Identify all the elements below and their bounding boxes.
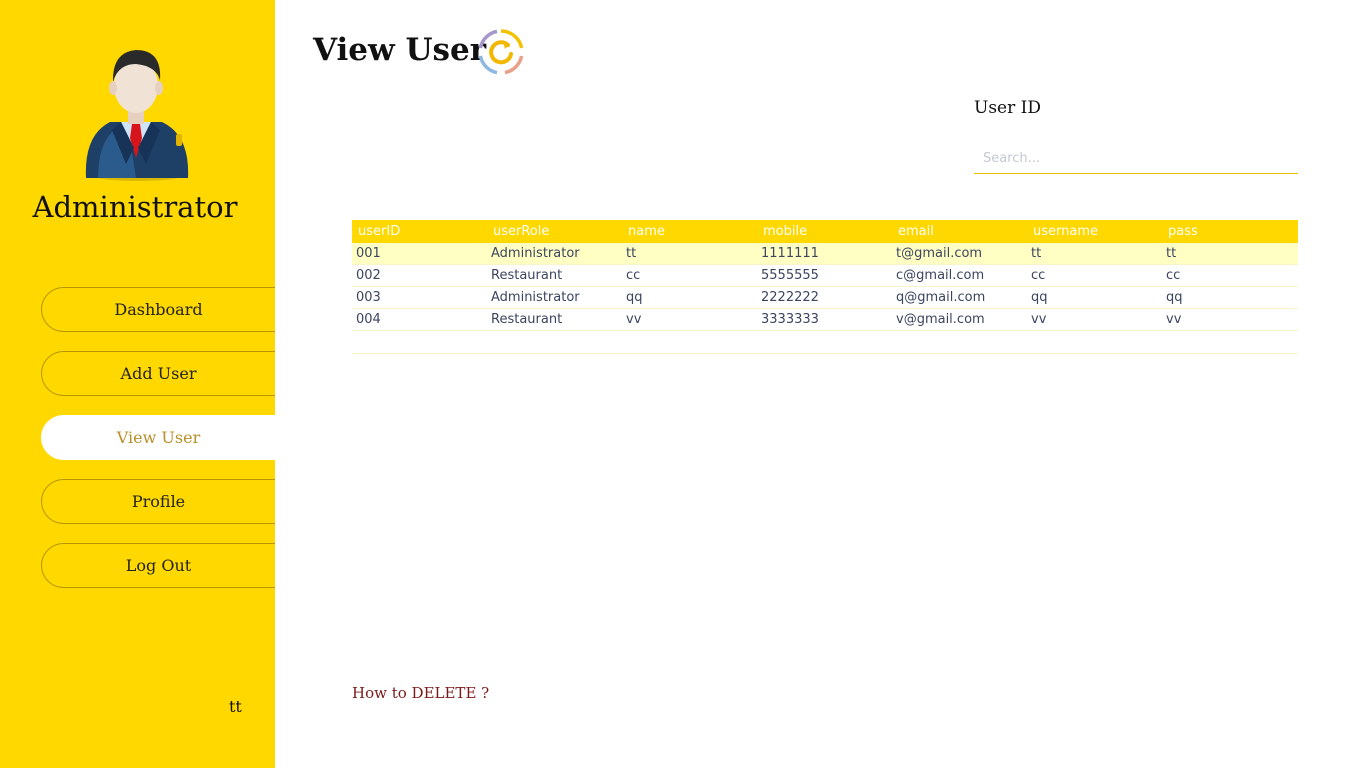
sidebar: Administrator Dashboard Add User View Us… <box>0 0 275 768</box>
table-cell[interactable]: 001 <box>352 243 487 264</box>
column-header-name[interactable]: name <box>622 220 757 243</box>
table-cell[interactable]: cc <box>622 265 757 286</box>
current-username: tt <box>229 697 242 716</box>
table-cell[interactable]: tt <box>1027 243 1162 264</box>
column-header-userid[interactable]: userID <box>352 220 487 243</box>
table-cell[interactable]: tt <box>622 243 757 264</box>
user-id-search-input[interactable] <box>974 143 1298 174</box>
table-cell[interactable]: vv <box>622 309 757 330</box>
nav-profile-button[interactable]: Profile <box>41 479 275 524</box>
table-row[interactable]: 004 Restaurant vv 3333333 v@gmail.com vv… <box>352 309 1298 331</box>
table-cell[interactable]: Administrator <box>487 287 622 308</box>
column-header-email[interactable]: email <box>892 220 1027 243</box>
column-header-mobile[interactable]: mobile <box>757 220 892 243</box>
search-label: User ID <box>974 98 1041 118</box>
table-cell[interactable]: vv <box>1027 309 1162 330</box>
role-title: Administrator <box>32 190 238 224</box>
table-row[interactable]: 002 Restaurant cc 5555555 c@gmail.com cc… <box>352 265 1298 287</box>
users-table: userID userRole name mobile email userna… <box>352 220 1298 354</box>
column-header-username[interactable]: username <box>1027 220 1162 243</box>
table-cell[interactable]: 1111111 <box>757 243 892 264</box>
table-row[interactable]: 003 Administrator qq 2222222 q@gmail.com… <box>352 287 1298 309</box>
table-cell[interactable]: tt <box>1162 243 1297 264</box>
table-cell[interactable]: qq <box>622 287 757 308</box>
table-cell[interactable]: cc <box>1162 265 1297 286</box>
table-cell[interactable]: 003 <box>352 287 487 308</box>
table-cell[interactable]: qq <box>1162 287 1297 308</box>
refresh-icon[interactable] <box>477 28 525 76</box>
table-row[interactable]: 001 Administrator tt 1111111 t@gmail.com… <box>352 243 1298 265</box>
table-cell[interactable]: Administrator <box>487 243 622 264</box>
nav-dashboard-button[interactable]: Dashboard <box>41 287 275 332</box>
table-cell[interactable]: 5555555 <box>757 265 892 286</box>
nav-logout-button[interactable]: Log Out <box>41 543 275 588</box>
table-cell[interactable]: 3333333 <box>757 309 892 330</box>
page-title: View User <box>313 32 487 68</box>
businessman-avatar-icon <box>85 50 189 181</box>
table-cell[interactable]: Restaurant <box>487 309 622 330</box>
table-cell[interactable]: 002 <box>352 265 487 286</box>
table-cell[interactable]: q@gmail.com <box>892 287 1027 308</box>
table-cell[interactable]: cc <box>1027 265 1162 286</box>
new-row-placeholder[interactable] <box>352 331 1298 354</box>
table-cell[interactable]: vv <box>1162 309 1297 330</box>
table-cell[interactable]: 004 <box>352 309 487 330</box>
table-cell[interactable]: t@gmail.com <box>892 243 1027 264</box>
table-cell[interactable]: qq <box>1027 287 1162 308</box>
table-cell[interactable]: 2222222 <box>757 287 892 308</box>
table-header: userID userRole name mobile email userna… <box>352 220 1298 243</box>
how-to-delete-link[interactable]: How to DELETE ? <box>352 684 489 702</box>
table-cell[interactable]: Restaurant <box>487 265 622 286</box>
column-header-userrole[interactable]: userRole <box>487 220 622 243</box>
nav-view-user-button[interactable]: View User <box>41 415 275 460</box>
table-cell[interactable]: v@gmail.com <box>892 309 1027 330</box>
table-cell[interactable]: c@gmail.com <box>892 265 1027 286</box>
column-header-pass[interactable]: pass <box>1162 220 1297 243</box>
nav-add-user-button[interactable]: Add User <box>41 351 275 396</box>
